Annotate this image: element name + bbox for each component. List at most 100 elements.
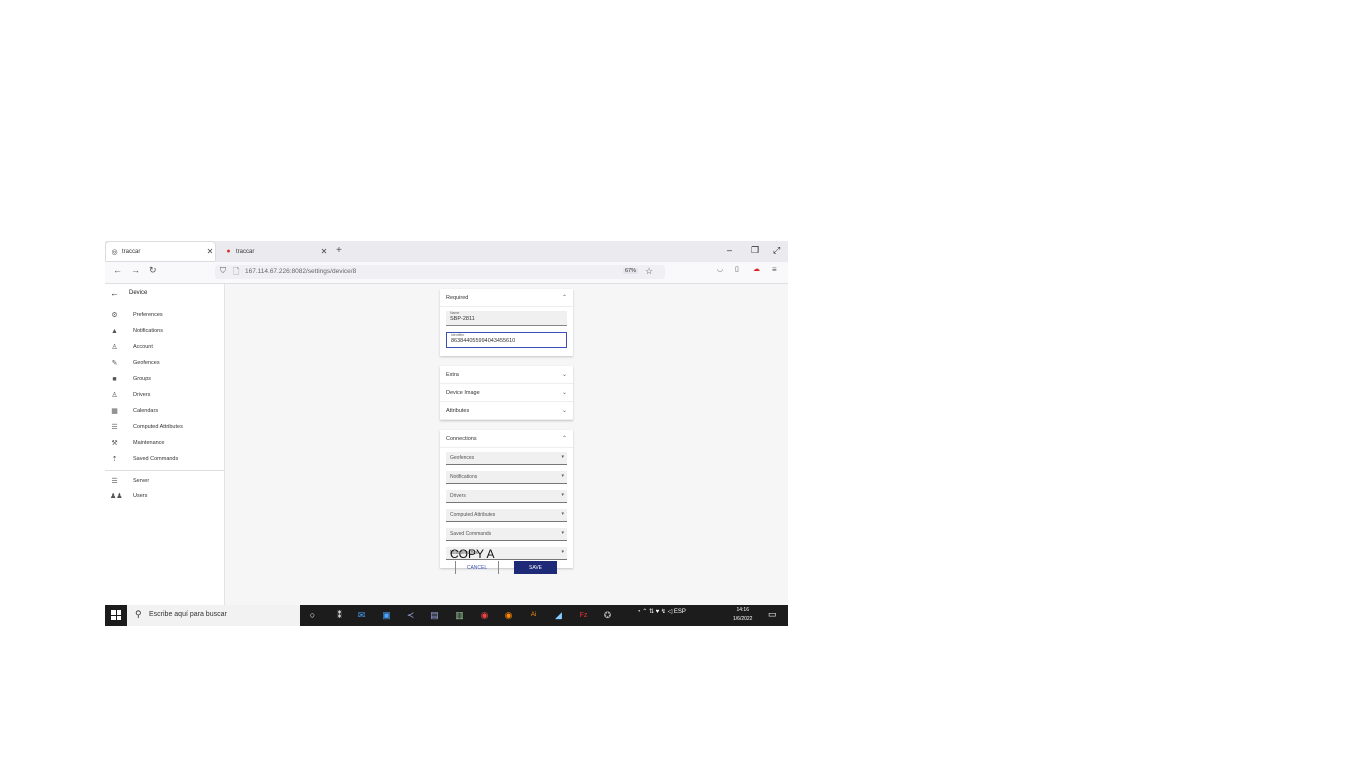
restore-icon[interactable]: ❐ xyxy=(751,245,759,256)
filezilla-icon[interactable]: Fz xyxy=(578,609,589,621)
app-icon[interactable]: ◢ xyxy=(553,609,564,621)
sidebar-item-account[interactable]: ♙ Account xyxy=(110,341,153,353)
chrome-icon[interactable]: ◉ xyxy=(479,609,490,621)
firefox-icon[interactable]: ◉ xyxy=(503,609,514,621)
calendar-icon: ▦ xyxy=(111,408,118,415)
sidebar-item-label: Preferences xyxy=(133,312,163,318)
section-title: Attributes xyxy=(446,407,470,414)
close-icon[interactable]: ✕ xyxy=(319,247,329,256)
sidebar-item-groups[interactable]: ■ Groups xyxy=(110,373,151,385)
sidebar-item-maintenance[interactable]: ⚒ Maintenance xyxy=(110,437,165,449)
shield-icon: ⛉ xyxy=(220,266,226,275)
back-icon[interactable]: ← xyxy=(113,265,122,275)
pocket-icon[interactable]: ◡ xyxy=(717,265,723,273)
select-label: Notifications xyxy=(450,474,478,480)
page-info-icon[interactable]: 🗋 xyxy=(233,266,239,280)
section-title: Device Image xyxy=(446,389,480,396)
task-view-icon[interactable]: ⁑ xyxy=(334,609,345,621)
new-tab-button[interactable]: + xyxy=(336,245,342,256)
notifications-select[interactable]: Notifications ▾ xyxy=(446,471,567,484)
chevron-down-icon: ⌄ xyxy=(561,372,567,378)
zoom-level-badge[interactable]: 67% xyxy=(623,268,639,274)
resize-icon[interactable]: ⤢ xyxy=(773,245,780,256)
sidebar-item-label: Users xyxy=(133,493,148,499)
select-label: Saved Commands xyxy=(450,531,492,537)
bell-icon: ▲ xyxy=(111,327,118,335)
identifier-field[interactable]: Identifier 863844055994043455610 xyxy=(446,332,567,348)
attributes-header[interactable]: Attributes ⌄ xyxy=(440,402,573,420)
menu-icon[interactable]: ≡ xyxy=(772,265,777,274)
tab-traccar[interactable]: ● traccar ✕ xyxy=(220,242,329,261)
geofences-select[interactable]: Geofences ▾ xyxy=(446,452,567,465)
app-icon[interactable]: ✪ xyxy=(602,609,613,621)
globe-icon: ◎ xyxy=(111,248,118,256)
back-arrow-icon[interactable]: ← xyxy=(110,288,119,298)
sidebar-item-preferences[interactable]: ⚙ Preferences xyxy=(110,309,163,321)
settings-sidebar: ← Device ⚙ Preferences ▲ Notifications ♙… xyxy=(105,284,225,605)
section-title: Connections xyxy=(446,435,477,442)
minimize-icon[interactable]: – xyxy=(727,245,732,255)
save-button[interactable]: SAVE xyxy=(514,561,557,574)
dropdown-arrow-icon: ▾ xyxy=(561,549,564,555)
sidebar-item-users[interactable]: ♟♟ Users xyxy=(110,490,147,502)
sidebar-item-label: Geofences xyxy=(133,360,160,366)
sidebar-item-saved-commands[interactable]: ⇡ Saved Commands xyxy=(110,453,179,465)
search-placeholder[interactable]: Escribe aquí para buscar xyxy=(149,611,227,618)
close-icon[interactable]: ✕ xyxy=(205,247,215,256)
sidebar-item-label: Maintenance xyxy=(133,440,165,446)
browser-tab-bar: ◎ traccar ✕ ● traccar ✕ + – ❐ ⤢ xyxy=(105,241,788,262)
address-bar[interactable]: ⛉ 🗋 167.114.67.226:8082/settings/device/… xyxy=(215,265,665,279)
vscode-icon[interactable]: ≺ xyxy=(405,609,416,621)
files-icon[interactable]: ▥ xyxy=(454,609,465,621)
sidebar-item-computed-attributes[interactable]: ☰ Computed Attributes xyxy=(110,421,183,433)
copy-overlay-text: COPY A xyxy=(450,547,495,561)
select-label: Geofences xyxy=(450,455,475,461)
sidebar-item-calendars[interactable]: ▦ Calendars xyxy=(110,405,158,417)
required-header[interactable]: Required ⌃ xyxy=(440,289,573,307)
sidebar-item-geofences[interactable]: ✎ Geofences xyxy=(110,357,160,369)
language-indicator[interactable]: ESP xyxy=(674,609,686,615)
windows-start-icon[interactable] xyxy=(111,610,121,620)
taskbar-search-box[interactable]: ⚲ Escribe aquí para buscar xyxy=(127,605,300,626)
sidebar-item-label: Notifications xyxy=(133,328,163,334)
tab-traccar-active[interactable]: ◎ traccar ✕ xyxy=(106,242,215,261)
device-form: Required ⌃ Name SBP-2811 Identifier 8638… xyxy=(440,289,573,570)
folder-icon: ■ xyxy=(112,375,117,383)
screenshot-frame: ◎ traccar ✕ ● traccar ✕ + – ❐ ⤢ ← → ↻ ⛉ … xyxy=(105,241,788,626)
forward-icon[interactable]: → xyxy=(131,265,140,275)
bookmark-star-icon[interactable]: ☆ xyxy=(645,266,653,277)
cancel-button[interactable]: CANCEL xyxy=(455,561,499,574)
wrench-icon: ⚒ xyxy=(111,440,118,447)
tab-title: traccar xyxy=(236,248,255,255)
sidebar-item-server[interactable]: ☰ Server xyxy=(110,475,149,487)
computed-attributes-select[interactable]: Computed Attributes ▾ xyxy=(446,509,567,522)
field-value[interactable]: SBP-2811 xyxy=(450,316,475,322)
outlook-icon[interactable]: ▣ xyxy=(381,609,392,621)
reader-icon[interactable]: ▯ xyxy=(735,265,739,273)
section-title: Required xyxy=(446,294,469,301)
sidebar-item-label: Computed Attributes xyxy=(133,424,183,430)
search-icon: ⚲ xyxy=(135,609,142,619)
device-image-header[interactable]: Device Image ⌄ xyxy=(440,384,573,402)
taskbar-clock[interactable]: 14:16 1/6/2022 xyxy=(733,606,752,624)
cortana-icon[interactable]: ○ xyxy=(307,609,318,621)
connections-header[interactable]: Connections ⌃ xyxy=(440,430,573,448)
illustrator-icon[interactable]: Ai xyxy=(528,609,539,621)
saved-commands-select[interactable]: Saved Commands ▾ xyxy=(446,528,567,541)
cloud-icon[interactable]: ☁ xyxy=(753,265,760,273)
notification-icon[interactable]: ▭ xyxy=(768,609,777,620)
list-icon: ☰ xyxy=(111,424,118,431)
sidebar-item-drivers[interactable]: ♙ Drivers xyxy=(110,389,150,401)
mail-icon[interactable]: ✉ xyxy=(356,609,367,621)
system-tray[interactable]: ◔ ⌃ ⇅ ♥ ↯ ◁ ESP xyxy=(637,608,686,615)
extra-header[interactable]: Extra ⌄ xyxy=(440,366,573,384)
drivers-select[interactable]: Drivers ▾ xyxy=(446,490,567,503)
field-value[interactable]: 863844055994043455610 xyxy=(451,338,515,344)
reload-icon[interactable]: ↻ xyxy=(149,265,157,276)
chevron-up-icon: ⌃ xyxy=(561,436,567,442)
url-text[interactable]: 167.114.67.226:8082/settings/device/8 xyxy=(245,268,356,275)
app-icon[interactable]: ▤ xyxy=(429,609,440,621)
sidebar-item-notifications[interactable]: ▲ Notifications xyxy=(110,325,163,337)
name-field[interactable]: Name SBP-2811 xyxy=(446,311,567,326)
sidebar-divider xyxy=(105,470,224,471)
